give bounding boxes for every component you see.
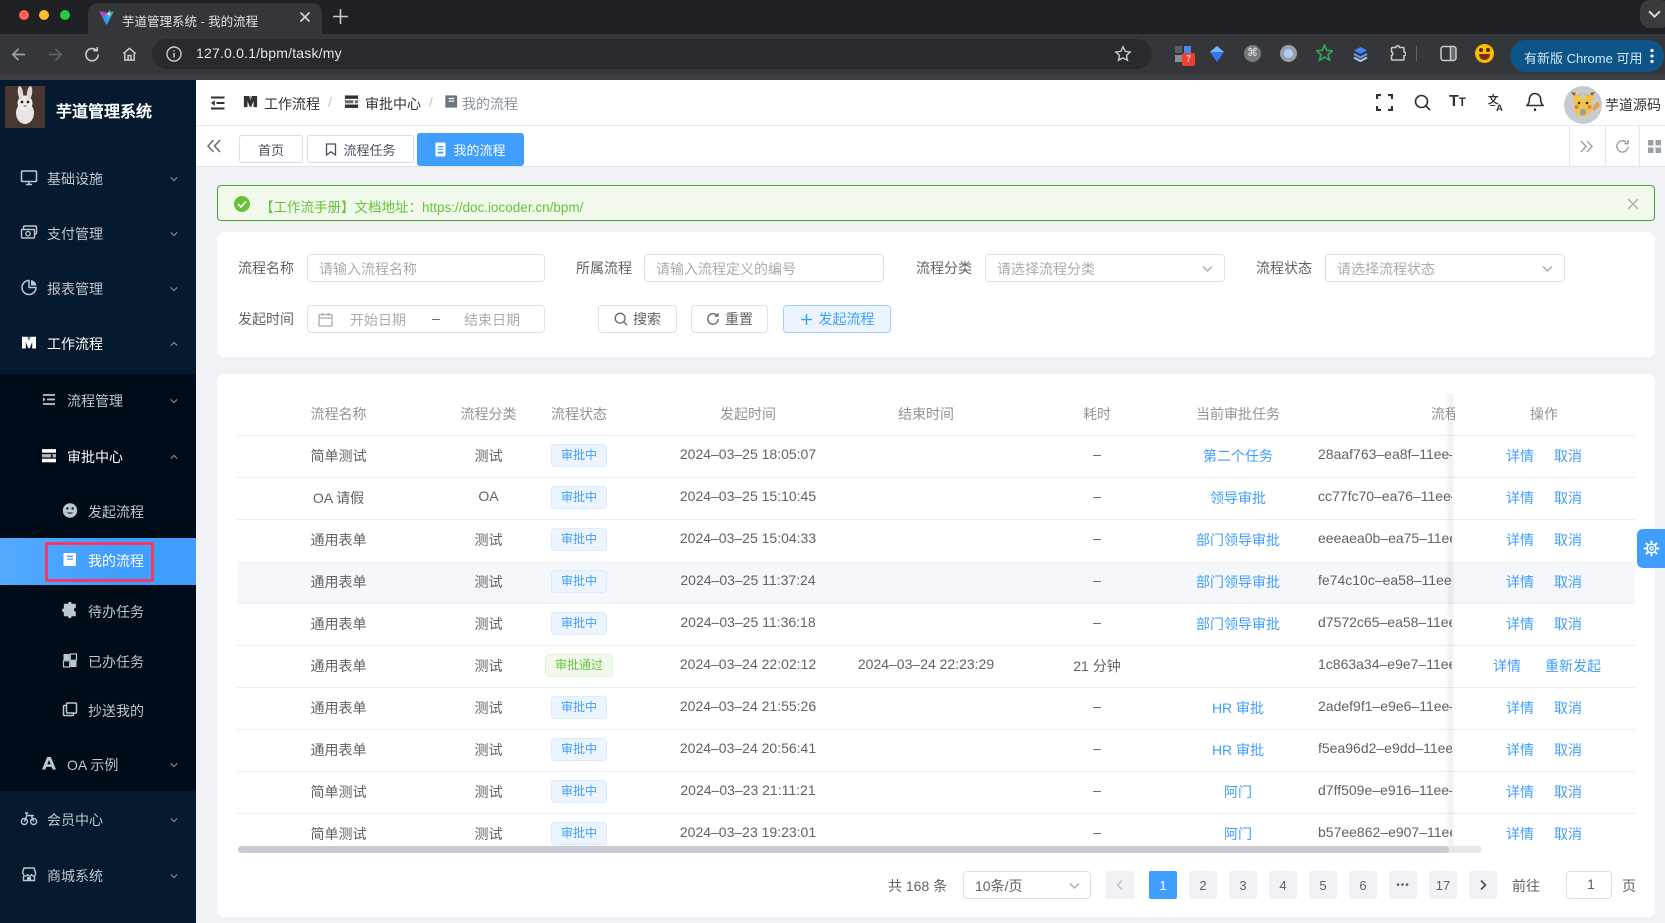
svg-text:A: A	[1496, 103, 1503, 112]
